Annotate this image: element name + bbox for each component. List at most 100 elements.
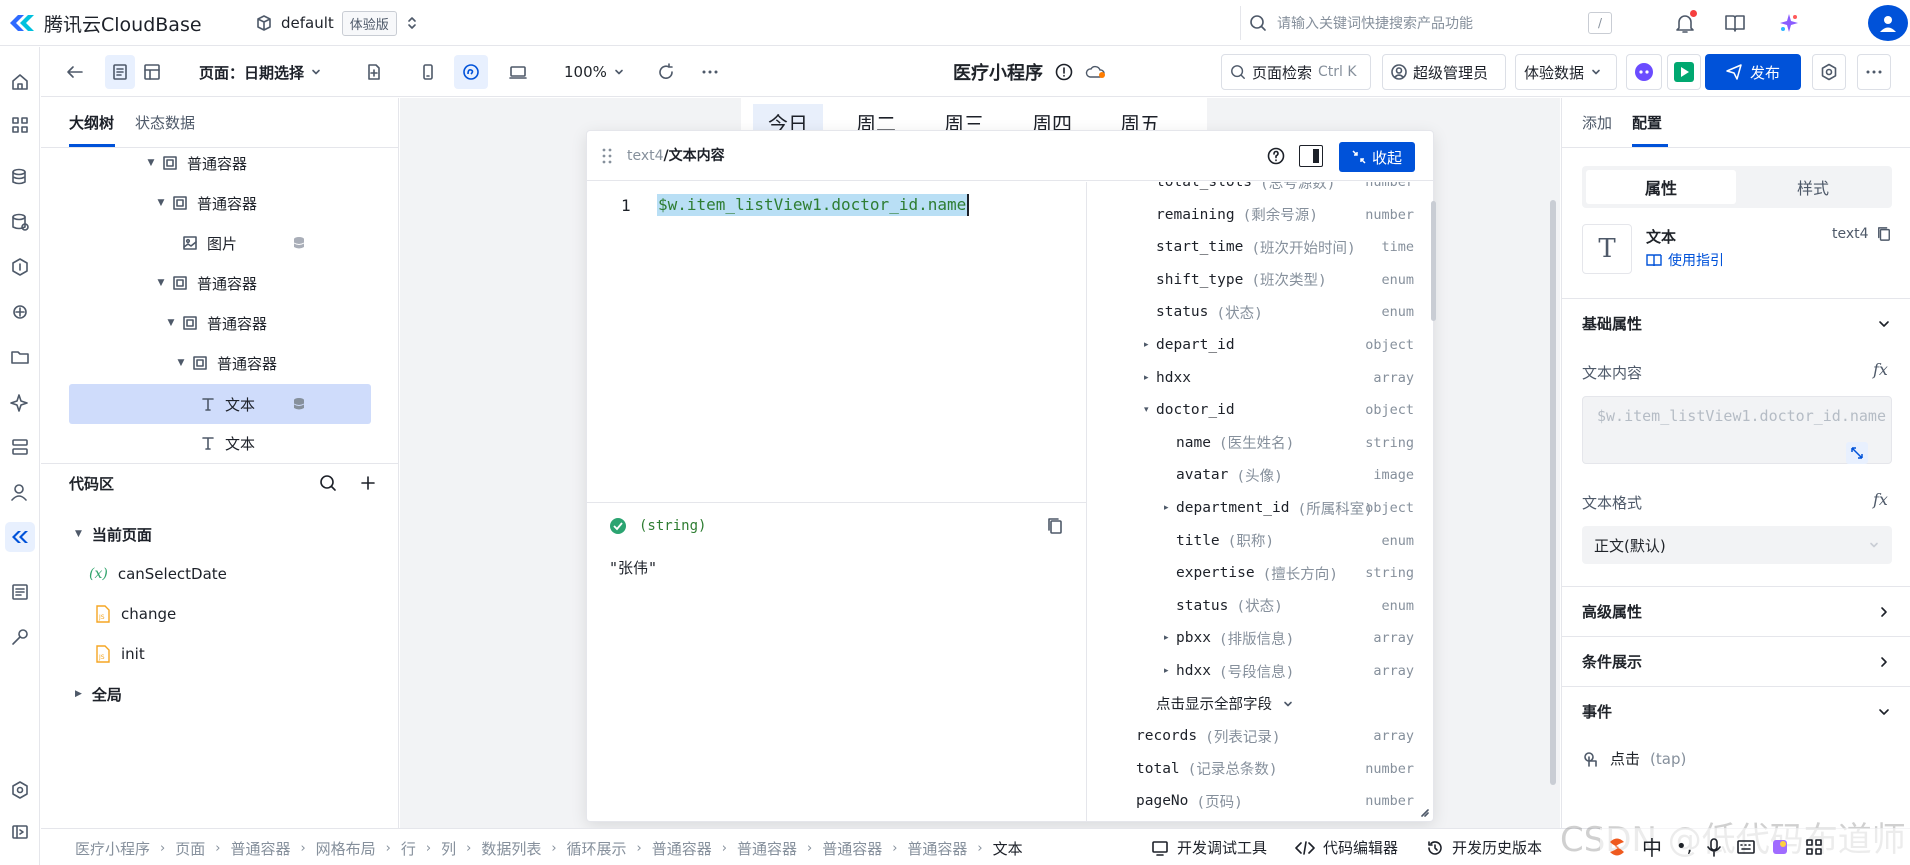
caret-right-icon[interactable]: ▸ [1164,503,1176,513]
drag-handle-icon[interactable] [601,147,613,165]
data-field-row[interactable]: pageNo (页码) number [1088,785,1422,817]
data-mode-selector[interactable]: 体验数据 [1515,54,1617,90]
tree-node-text[interactable]: 文本 [41,423,399,463]
debug-tools-button[interactable]: 开发调试工具 [1151,837,1267,858]
caret-down-icon[interactable]: ▾ [1144,405,1156,415]
breadcrumb-item[interactable]: 行 [401,838,416,859]
tree-node-container[interactable]: ▼ 普通容器 [41,183,399,223]
database-icon[interactable] [5,162,35,192]
mobile-preview-icon[interactable] [413,55,443,89]
caret-right-icon[interactable]: ▸ [1164,666,1176,676]
role-selector[interactable]: 超级管理员 [1382,54,1506,90]
code-input-area[interactable]: 1 $w.item_listView1.doctor_id.name [587,182,1087,502]
breadcrumb-item[interactable]: 网格布局 [316,838,376,859]
code-editor-button[interactable]: 代码编辑器 [1295,837,1398,858]
data-field-row[interactable]: start_time (班次开始时间) time [1088,231,1422,263]
data-field-row[interactable]: total (记录总条数) number [1088,753,1422,785]
canvas-scrollbar[interactable] [1550,200,1556,785]
collapse-button[interactable]: 收起 [1339,142,1415,172]
more-menu-icon[interactable] [1857,54,1891,90]
collapse-rail-icon[interactable] [5,817,35,847]
tab-config[interactable]: 配置 [1632,112,1662,133]
home-icon[interactable] [5,67,35,97]
breadcrumb-item[interactable]: 循环展示 [567,838,627,859]
microphone-icon[interactable] [1706,837,1722,857]
data-field-row[interactable]: ▸ pbxx (排版信息) array [1088,622,1422,654]
show-all-fields-link[interactable]: 点击显示全部字段 [1088,688,1422,720]
ime-logo-icon[interactable] [1606,836,1628,858]
data-field-row[interactable]: status (状态) enum [1088,296,1422,328]
data-field-row[interactable]: ▸ department_id (所属科室) object [1088,492,1422,524]
breadcrumb-item[interactable]: 普通容器 [230,838,290,859]
segment-styles[interactable]: 样式 [1738,170,1888,204]
ai-sparkle-icon[interactable] [5,387,35,417]
caret-down-icon[interactable]: ▼ [155,198,167,208]
global-group[interactable]: ▶ 全局 [75,676,122,712]
fx-binding-icon[interactable]: fx [1873,490,1888,509]
miniprogram-preview-icon[interactable] [454,55,488,89]
info-icon[interactable] [1055,63,1073,81]
text-format-select[interactable]: 正文(默认) [1582,526,1892,564]
ai-assistant-icon[interactable] [1774,8,1804,38]
keyboard-icon[interactable] [1736,838,1756,856]
breadcrumb-item[interactable]: 医疗小程序 [75,838,150,859]
tab-add[interactable]: 添加 [1582,112,1612,133]
lowcode-apps-icon[interactable] [5,522,35,552]
code-item-variable[interactable]: (x) canSelectDate [89,556,227,592]
data-field-row[interactable]: total_slots (总号源数) number [1088,182,1422,198]
refresh-icon[interactable] [651,55,681,89]
add-page-icon[interactable] [359,55,389,89]
docs-book-icon[interactable] [1720,8,1750,38]
page-search-button[interactable]: 页面检索 Ctrl K [1221,54,1371,90]
copy-icon[interactable] [1877,226,1891,242]
history-versions-button[interactable]: 开发历史版本 [1426,837,1542,858]
data-field-row[interactable]: ▸ hdxx (号段信息) array [1088,655,1422,687]
copy-icon[interactable] [1047,517,1063,535]
caret-right-icon[interactable]: ▸ [1164,633,1176,643]
data-field-row[interactable]: ▾ doctor_id object [1088,394,1422,426]
settings-icon[interactable] [1812,54,1846,90]
data-field-row[interactable]: shift_type (班次类型) enum [1088,264,1422,296]
expand-editor-icon[interactable] [1846,442,1868,464]
section-conditional-display[interactable]: 条件展示 [1562,636,1910,686]
breadcrumb-item[interactable]: 普通容器 [652,838,712,859]
ime-chinese-mode[interactable]: 中 [1642,832,1662,861]
code-item-handler[interactable]: JS init [95,636,145,672]
more-dots-icon[interactable] [695,55,725,89]
event-click-item[interactable]: 点击 (tap) [1582,748,1686,769]
data-field-row[interactable]: name (医生姓名) string [1088,427,1422,459]
data-field-row[interactable]: status (状态) enum [1088,590,1422,622]
data-field-row[interactable]: ▸ depart_id object [1088,329,1422,361]
page-view-icon[interactable] [105,55,135,89]
publish-button[interactable]: 发布 [1705,54,1801,90]
section-events[interactable]: 事件 [1562,686,1910,736]
breadcrumb-item[interactable]: 普通容器 [737,838,797,859]
section-advanced-properties[interactable]: 高级属性 [1562,586,1910,636]
caret-right-icon[interactable]: ▸ [1144,340,1156,350]
search-icon[interactable] [319,474,337,492]
breadcrumb-item[interactable]: 列 [441,838,456,859]
integration-icon[interactable] [5,297,35,327]
help-icon[interactable] [1267,147,1285,165]
tree-node-container[interactable]: ▼ 普通容器 [41,343,399,383]
settings-cube-icon[interactable] [5,775,35,805]
caret-right-icon[interactable]: ▸ [1144,373,1156,383]
dock-panel-icon[interactable] [1299,145,1323,167]
caret-down-icon[interactable]: ▼ [145,158,157,168]
global-search-input[interactable] [1277,15,1578,31]
caret-down-icon[interactable]: ▼ [165,318,177,328]
breadcrumb-item[interactable]: 页面 [175,838,205,859]
usage-guide-link[interactable]: 使用指引 [1646,250,1724,270]
segment-properties[interactable]: 属性 [1586,170,1736,204]
breadcrumb-item[interactable]: 普通容器 [907,838,967,859]
ai-copilot-button[interactable] [1626,54,1662,90]
preview-run-button[interactable] [1667,54,1701,90]
extensions-icon[interactable] [5,622,35,652]
fields-scrollbar[interactable] [1431,201,1436,321]
breadcrumb-item[interactable]: 文本 [993,838,1023,859]
data-field-row[interactable]: expertise (擅长方向) string [1088,557,1422,589]
tree-node-container[interactable]: ▼ 普通容器 [41,303,399,343]
user-management-icon[interactable] [5,477,35,507]
current-page-group[interactable]: ▼ 当前页面 [75,516,152,552]
apps-grid-icon[interactable] [5,110,35,140]
